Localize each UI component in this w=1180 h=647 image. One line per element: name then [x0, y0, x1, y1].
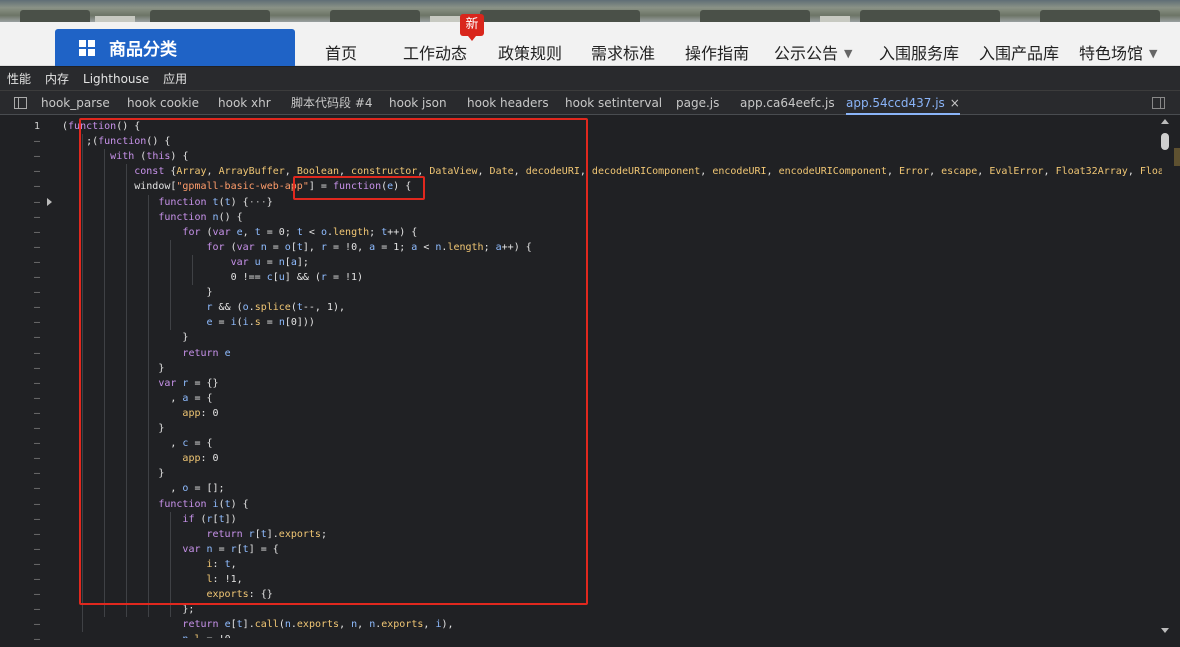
line-number[interactable]: –: [0, 466, 60, 481]
line-number[interactable]: –: [0, 300, 60, 315]
site-banner-image: [0, 0, 1180, 22]
file-tab[interactable]: hook json: [389, 91, 447, 115]
chevron-down-icon: ▼: [844, 47, 853, 60]
line-number[interactable]: –: [0, 210, 60, 225]
nav-item-standards[interactable]: 需求标准: [591, 40, 655, 64]
nav-item-work-news[interactable]: 工作动态: [403, 40, 467, 64]
scrollbar-thumb[interactable]: [1161, 133, 1169, 150]
scroll-up-arrow-icon[interactable]: [1161, 119, 1169, 124]
nav-item-service-library[interactable]: 入围服务库: [879, 40, 959, 64]
line-number[interactable]: –: [0, 134, 60, 149]
nav-item-featured-venues[interactable]: 特色场馆 ▼: [1079, 40, 1157, 64]
line-number[interactable]: –: [0, 527, 60, 542]
code-line: return e[t].call(n.exports, n, n.exports…: [182, 619, 454, 631]
line-number[interactable]: –: [0, 330, 60, 345]
nav-item-announcements[interactable]: 公示公告 ▼: [774, 40, 852, 64]
close-icon[interactable]: ×: [950, 96, 960, 110]
file-tab[interactable]: hook xhr: [218, 91, 271, 115]
line-number[interactable]: –: [0, 481, 60, 496]
line-number[interactable]: –: [0, 602, 60, 617]
line-number[interactable]: –: [0, 421, 60, 436]
line-number[interactable]: –: [0, 255, 60, 270]
line-number[interactable]: –: [0, 225, 60, 240]
file-tab[interactable]: 脚本代码段 #4: [291, 91, 373, 115]
file-tab[interactable]: hook_parse: [41, 91, 110, 115]
tab-performance[interactable]: 性能: [0, 70, 38, 87]
line-number[interactable]: –: [0, 512, 60, 527]
line-number[interactable]: –: [0, 270, 60, 285]
nav-item-product-library[interactable]: 入围产品库: [979, 40, 1059, 64]
line-number[interactable]: –: [0, 557, 60, 572]
file-tab[interactable]: page.js: [676, 91, 719, 115]
line-number[interactable]: –: [0, 361, 60, 376]
new-badge: 新: [460, 14, 484, 41]
line-number[interactable]: –: [0, 346, 60, 361]
fold-arrow-icon[interactable]: [47, 198, 52, 206]
scroll-marker: [1174, 148, 1180, 166]
line-number[interactable]: –: [0, 587, 60, 602]
tab-lighthouse[interactable]: Lighthouse: [76, 72, 156, 86]
line-number[interactable]: –: [0, 406, 60, 421]
line-number[interactable]: –: [0, 164, 60, 179]
scroll-down-arrow-icon[interactable]: [1161, 628, 1169, 633]
line-number[interactable]: 1: [0, 119, 60, 134]
chevron-down-icon: ▼: [1149, 47, 1158, 60]
source-file-tabs: hook_parse hook cookie hook xhr 脚本代码段 #4…: [0, 91, 1180, 115]
line-number[interactable]: –: [0, 285, 60, 300]
category-button[interactable]: 商品分类: [55, 29, 295, 66]
file-tab-active[interactable]: app.54ccd437.js ×: [846, 91, 960, 115]
site-navigation: 商品分类 首页 工作动态 新 政策规则 需求标准 操作指南 公示公告 ▼ 入围服务…: [0, 14, 1180, 66]
line-number[interactable]: –: [0, 376, 60, 391]
line-number[interactable]: –: [0, 542, 60, 557]
nav-item-policy[interactable]: 政策规则: [498, 40, 562, 64]
line-number[interactable]: –: [0, 436, 60, 451]
vertical-scrollbar[interactable]: [1160, 115, 1172, 638]
grid-icon: [79, 39, 95, 56]
code-line: n.l = !0: [62, 632, 230, 638]
line-number[interactable]: –: [0, 451, 60, 466]
file-tab[interactable]: app.ca64eefc.js: [740, 91, 835, 115]
file-tab[interactable]: hook cookie: [127, 91, 199, 115]
tab-application[interactable]: 应用: [156, 70, 194, 87]
line-number[interactable]: –: [0, 617, 60, 632]
annotation-highlight-box: [293, 176, 425, 200]
line-number[interactable]: –: [0, 391, 60, 406]
nav-item-home[interactable]: 首页: [325, 40, 357, 64]
line-number[interactable]: –: [0, 149, 60, 164]
tab-memory[interactable]: 内存: [38, 70, 76, 87]
line-number[interactable]: –: [0, 240, 60, 255]
line-number[interactable]: –: [0, 632, 60, 647]
file-tab[interactable]: hook setinterval: [565, 91, 662, 115]
line-number-gutter: 1– – – – – – – – – – – – – – – – – – – – – – – – – – – – – – – – – –: [0, 115, 60, 645]
nav-item-guide[interactable]: 操作指南: [685, 40, 749, 64]
devtools-panel-tabs: 性能 内存 Lighthouse 应用: [0, 67, 1180, 91]
line-number[interactable]: –: [0, 179, 60, 194]
line-number[interactable]: –: [0, 315, 60, 330]
category-button-label: 商品分类: [109, 40, 177, 60]
navigator-toggle-icon[interactable]: [14, 97, 27, 109]
sidebar-toggle-icon[interactable]: [1152, 97, 1165, 109]
line-number[interactable]: –: [0, 497, 60, 512]
file-tab[interactable]: hook headers: [467, 91, 549, 115]
line-number[interactable]: –: [0, 572, 60, 587]
